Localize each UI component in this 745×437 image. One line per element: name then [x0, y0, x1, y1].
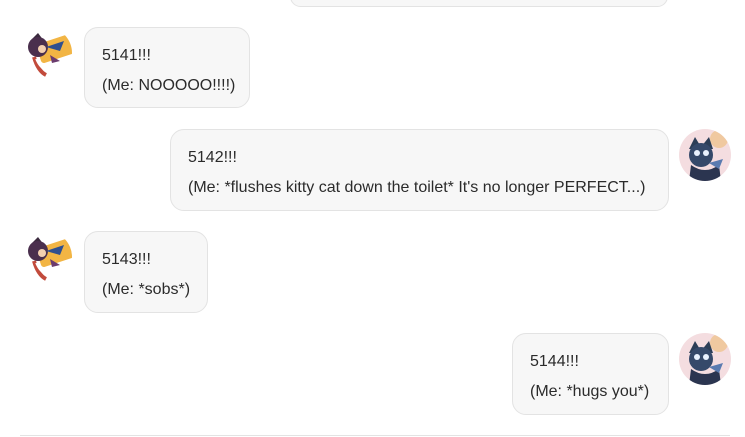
previous-message-bubble	[290, 0, 668, 7]
divider	[20, 435, 730, 436]
message-number: 5142!!!	[188, 149, 237, 166]
message-bubble: 5141!!! (Me: NOOOOO!!!!)	[84, 27, 250, 108]
message-bubble: 5144!!! (Me: *hugs you*)	[512, 333, 669, 415]
message-bubble: 5143!!! (Me: *sobs*)	[84, 231, 208, 313]
bot-avatar-icon[interactable]	[20, 27, 72, 79]
message-number: 5141!!!	[102, 47, 151, 64]
message-number: 5143!!!	[102, 251, 151, 268]
message-reply: (Me: NOOOOO!!!!)	[102, 77, 236, 94]
message-number: 5144!!!	[530, 353, 579, 370]
user-avatar-icon[interactable]	[679, 129, 731, 181]
user-avatar-icon[interactable]	[679, 333, 731, 385]
message-reply: (Me: *hugs you*)	[530, 383, 650, 400]
message-bubble: 5142!!! (Me: *flushes kitty cat down the…	[170, 129, 669, 211]
message-reply: (Me: *sobs*)	[102, 281, 191, 298]
message-reply: (Me: *flushes kitty cat down the toilet*…	[188, 179, 646, 196]
bot-avatar-icon[interactable]	[20, 231, 72, 283]
